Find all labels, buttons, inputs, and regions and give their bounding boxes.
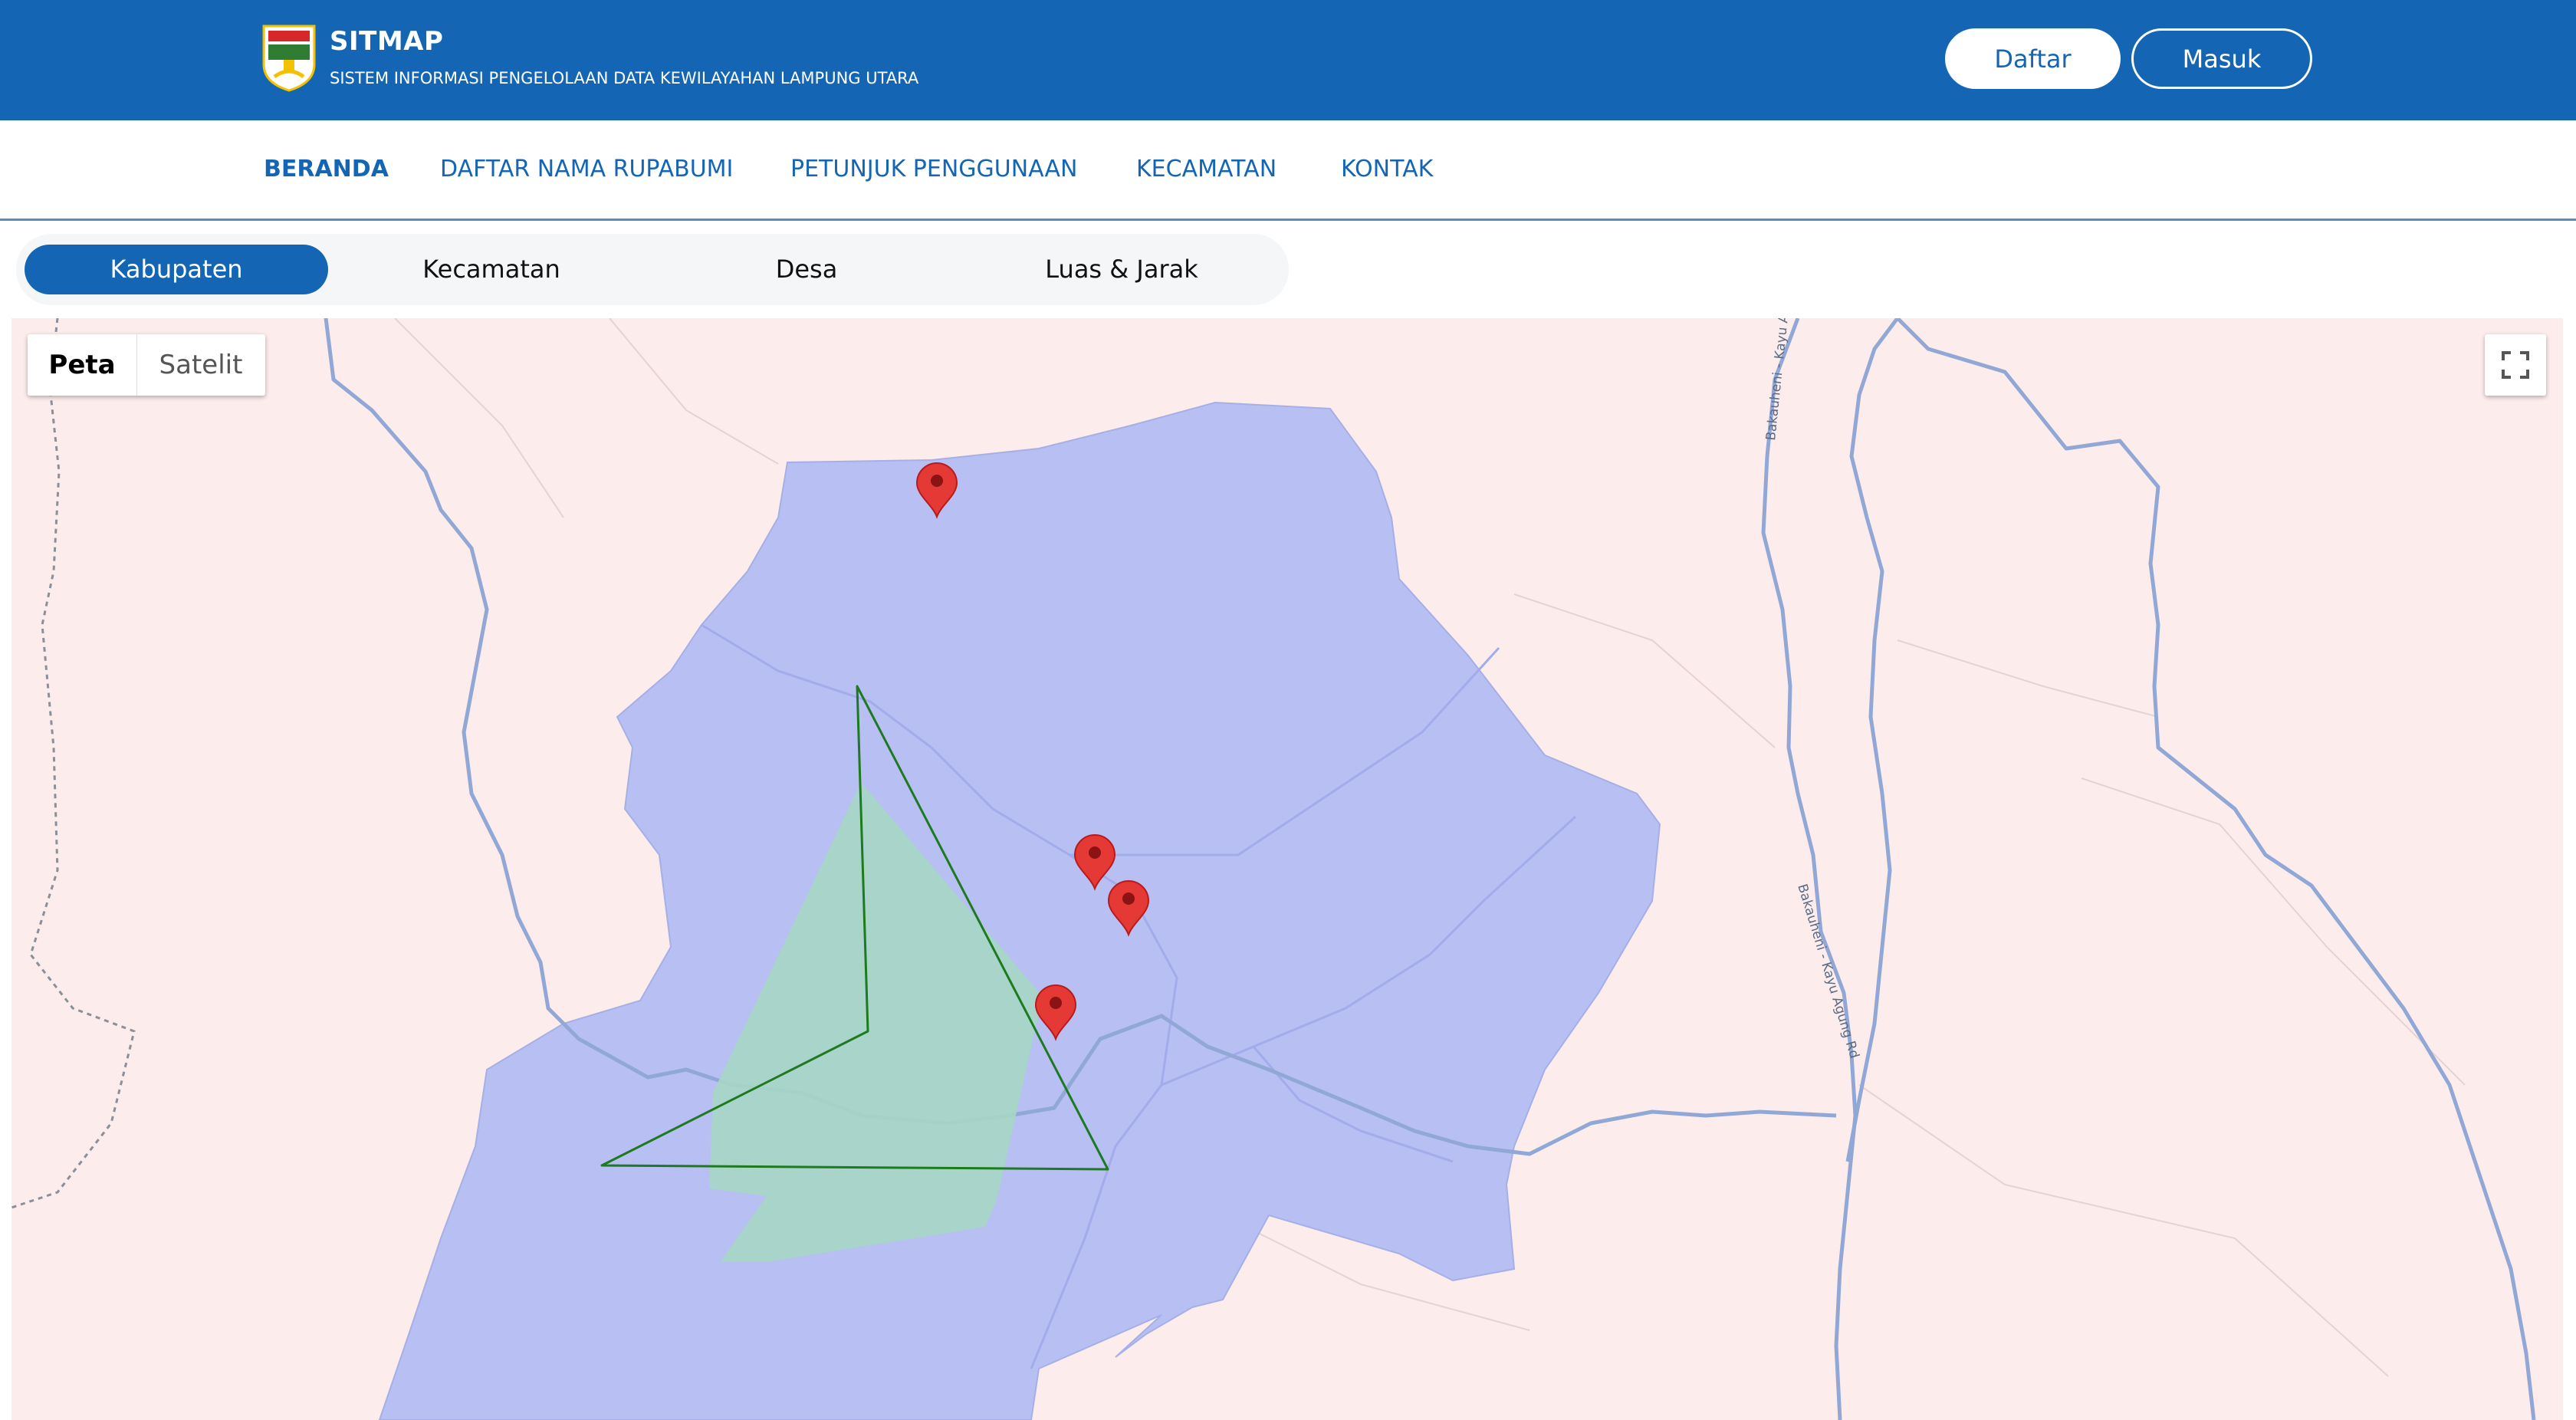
register-button[interactable]: Daftar — [1945, 28, 2121, 89]
map-type-toggle: Peta Satelit — [28, 334, 265, 396]
nav-item-beranda[interactable]: BERANDA — [264, 156, 389, 182]
main-nav: BERANDA DAFTAR NAMA RUPABUMI PETUNJUK PE… — [0, 120, 2576, 221]
header-bar: SITMAP SISTEM INFORMASI PENGELOLAAN DATA… — [0, 0, 2576, 120]
fullscreen-button[interactable] — [2485, 334, 2546, 396]
map-type-satelit-button[interactable]: Satelit — [136, 334, 265, 396]
district-polygon[interactable] — [378, 401, 1661, 1420]
map-layer[interactable]: Bakauheni - Kayu Agung Rd Bakauheni - Ka… — [12, 318, 2563, 1420]
map-type-peta-button[interactable]: Peta — [28, 334, 137, 396]
fullscreen-icon — [2502, 351, 2529, 379]
dashed-admin-boundary — [12, 318, 136, 1209]
tab-kecamatan[interactable]: Kecamatan — [340, 245, 643, 294]
nav-item-kontak[interactable]: KONTAK — [1341, 156, 1433, 182]
nav-item-daftar-nama-rupabumi[interactable]: DAFTAR NAMA RUPABUMI — [440, 156, 733, 182]
region-tabs: Kabupaten Kecamatan Desa Luas & Jarak — [16, 234, 1289, 305]
map-canvas[interactable]: Bakauheni - Kayu Agung Rd Bakauheni - Ka… — [12, 318, 2563, 1420]
nav-item-petunjuk-penggunaan[interactable]: PETUNJUK PENGGUNAAN — [790, 156, 1078, 182]
app-subtitle: SISTEM INFORMASI PENGELOLAAN DATA KEWILA… — [330, 69, 919, 87]
login-button[interactable]: Masuk — [2131, 28, 2312, 89]
app-title: SITMAP — [330, 26, 444, 57]
lampung-utara-emblem-icon[interactable] — [261, 23, 317, 92]
tab-luas-jarak[interactable]: Luas & Jarak — [970, 245, 1273, 294]
tab-kabupaten[interactable]: Kabupaten — [25, 245, 328, 294]
tab-desa[interactable]: Desa — [655, 245, 958, 294]
nav-item-kecamatan[interactable]: KECAMATAN — [1136, 156, 1276, 182]
road-label-south: Bakauheni - Kayu Agung Rd — [1794, 883, 1861, 1060]
